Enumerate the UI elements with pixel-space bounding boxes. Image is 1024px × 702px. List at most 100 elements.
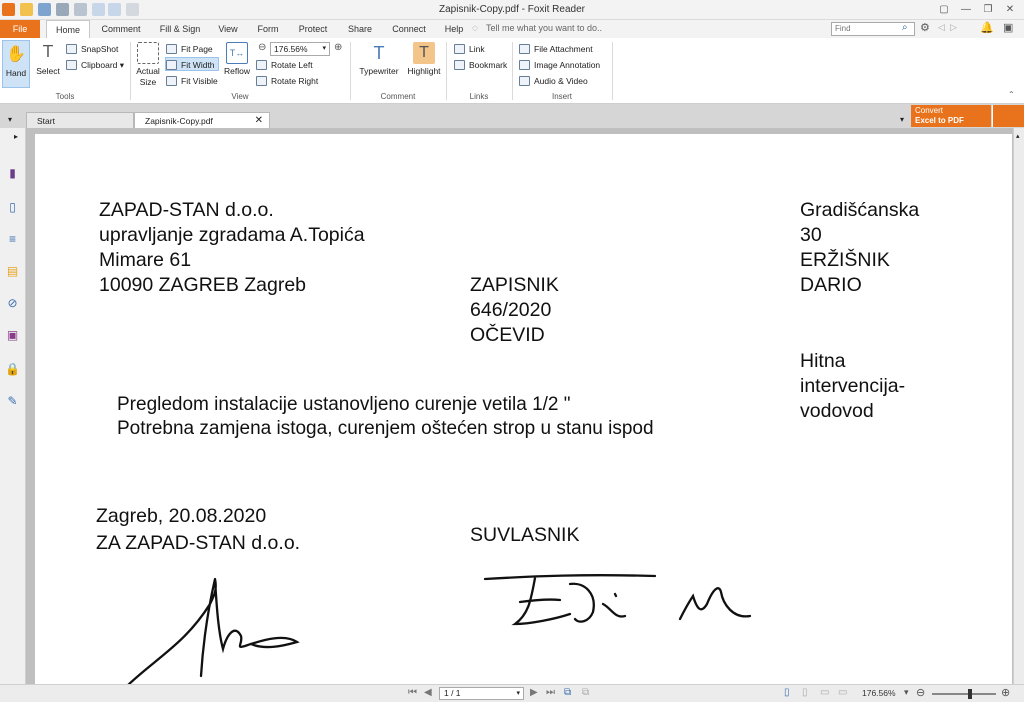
prev-result-icon[interactable]: ◁ <box>938 22 945 33</box>
bookmark-icon <box>454 60 465 70</box>
doc-number: 646/2020 <box>470 299 552 321</box>
snapshot-button[interactable]: SnapShot <box>66 42 118 56</box>
tab-comment[interactable]: Comment <box>94 20 148 38</box>
tab-file[interactable]: File <box>0 20 40 38</box>
first-page-icon[interactable]: ⏮ <box>408 687 417 698</box>
bookmarks-panel-icon[interactable]: ▮ <box>5 166 20 181</box>
tab-home[interactable]: Home <box>46 20 90 38</box>
page-number-input[interactable]: 1 / 1 ▾ <box>439 687 524 700</box>
gear-icon[interactable]: ⚙ <box>920 21 930 34</box>
single-page-icon[interactable]: ▯ <box>784 687 790 698</box>
document-viewport[interactable]: ZAPAD-STAN d.o.o. upravljanje zgradama A… <box>26 128 1013 684</box>
rotate-left-button[interactable]: Rotate Left <box>256 58 313 72</box>
bookmark-button[interactable]: Bookmark <box>454 58 507 72</box>
tab-help[interactable]: Help <box>436 20 472 38</box>
hand-button[interactable]: ✋ Hand <box>2 40 30 88</box>
camera-icon <box>66 44 77 54</box>
actual-size-button[interactable]: Actual Size <box>134 42 162 88</box>
tab-form[interactable]: Form <box>250 20 286 38</box>
notification-icon[interactable]: 🔔 <box>980 21 994 34</box>
previous-page-icon[interactable]: ◀ <box>424 687 432 698</box>
expand-panel-icon[interactable]: ▸ <box>14 132 18 141</box>
view-group-label: View <box>231 92 249 101</box>
actual-size-label: Actual Size <box>136 66 160 87</box>
reflow-button[interactable]: T↔ Reflow <box>222 42 252 76</box>
previous-view-icon[interactable]: ⧉ <box>564 687 571 698</box>
tab-view[interactable]: View <box>210 20 246 38</box>
tab-document[interactable]: Zapisnik-Copy.pdf ✕ <box>134 112 270 128</box>
file-attachment-button[interactable]: File Attachment <box>519 42 593 56</box>
search-icon[interactable]: ⌕ <box>902 22 908 33</box>
zoom-slider-handle[interactable] <box>968 689 972 699</box>
next-view-icon[interactable]: ⧉ <box>582 687 589 698</box>
continuous-facing-icon[interactable]: ▭ <box>838 687 847 698</box>
window-title: Zapisnik-Copy.pdf - Foxit Reader <box>439 4 585 15</box>
pages-panel-icon[interactable]: ▯ <box>5 200 20 215</box>
next-page-icon[interactable]: ▶ <box>530 687 538 698</box>
typewriter-button[interactable]: T Typewriter <box>356 42 402 76</box>
tab-menu-icon[interactable]: ▾ <box>900 115 904 124</box>
fit-visible-label: Fit Visible <box>181 76 218 86</box>
fit-visible-button[interactable]: Fit Visible <box>166 74 218 88</box>
facing-icon[interactable]: ▭ <box>820 687 829 698</box>
layers-panel-icon[interactable]: ≡ <box>5 232 20 247</box>
tell-me-search[interactable]: Tell me what you want to do.. <box>486 23 602 33</box>
doc-type: ZAPISNIK <box>470 274 559 296</box>
tab-share[interactable]: Share <box>340 20 380 38</box>
audio-video-button[interactable]: Audio & Video <box>519 74 588 88</box>
zoom-in-icon[interactable]: ⊕ <box>1001 686 1010 699</box>
continuous-icon[interactable]: ▯ <box>802 687 808 698</box>
navigation-panel: ▸ ▮ ▯ ≡ ▤ ⊘ ▣ 🔒 ✎ <box>0 128 26 684</box>
next-result-icon[interactable]: ▷ <box>950 22 957 33</box>
fit-page-button[interactable]: Fit Page <box>166 42 213 56</box>
tab-start[interactable]: Start <box>26 112 134 128</box>
company-signature <box>127 577 300 684</box>
body-line-2: Potrebna zamjena istoga, curenjem ošteće… <box>117 418 654 439</box>
security-panel-icon[interactable]: 🔒 <box>5 362 20 377</box>
restore-ribbon-button[interactable]: ▢ <box>934 3 954 16</box>
tools-panel-icon[interactable]: ✎ <box>5 394 20 409</box>
highlight-button[interactable]: T Highlight <box>404 42 444 76</box>
tab-protect[interactable]: Protect <box>290 20 336 38</box>
close-button[interactable]: ✕ <box>1000 3 1020 16</box>
body-line-1: Pregledom instalacije ustanovljeno curen… <box>117 394 571 415</box>
close-tab-icon[interactable]: ✕ <box>255 113 263 129</box>
zoom-select[interactable]: 176.56% ▾ <box>270 42 330 56</box>
recipient-surname: ERŽIŠNIK <box>800 249 890 271</box>
fit-page-label: Fit Page <box>181 44 213 54</box>
maximize-button[interactable]: ❐ <box>978 3 998 16</box>
tab-connect[interactable]: Connect <box>386 20 432 38</box>
collapse-ribbon-icon[interactable]: ⌃ <box>1008 90 1015 99</box>
vertical-scrollbar[interactable]: ▴ <box>1013 128 1024 684</box>
minimize-button[interactable]: — <box>956 3 976 16</box>
attachments-panel-icon[interactable]: ⊘ <box>5 296 20 311</box>
last-page-icon[interactable]: ⏭ <box>546 687 555 698</box>
signatures-panel-icon[interactable]: ▣ <box>5 328 20 343</box>
chevron-down-icon: ▾ <box>322 45 326 52</box>
zoom-out-icon[interactable]: ⊖ <box>258 42 266 53</box>
zoom-in-icon[interactable]: ⊕ <box>334 42 342 53</box>
comments-panel-icon[interactable]: ▤ <box>5 264 20 279</box>
zoom-out-icon[interactable]: ⊖ <box>916 686 925 699</box>
tab-fill-sign[interactable]: Fill & Sign <box>152 20 208 38</box>
scroll-up-icon[interactable]: ▴ <box>1016 132 1023 140</box>
user-icon[interactable]: ▣ <box>1003 21 1013 34</box>
link-button[interactable]: Link <box>454 42 485 56</box>
convert-excel-to-pdf-button[interactable]: Convert Excel to PDF <box>911 105 991 127</box>
select-button[interactable]: Ｔ Select <box>34 42 62 90</box>
zoom-menu-icon[interactable]: ▾ <box>904 687 909 698</box>
chevron-down-icon: ▾ <box>516 690 520 697</box>
company-address: Mimare 61 <box>99 249 192 271</box>
clipboard-button[interactable]: Clipboard ▾ <box>66 58 124 72</box>
rotate-right-button[interactable]: Rotate Right <box>256 74 318 88</box>
highlight-icon: T <box>413 42 435 64</box>
convert-share-icon[interactable] <box>992 105 1024 127</box>
image-annotation-button[interactable]: Image Annotation <box>519 58 600 72</box>
fit-width-button[interactable]: Fit Width <box>165 57 219 71</box>
zoom-slider[interactable] <box>932 693 996 695</box>
company-city: 10090 ZAGREB Zagreb <box>99 274 307 296</box>
tab-list-icon[interactable]: ▾ <box>8 115 12 124</box>
document-tab-bar: ▾ Start Zapisnik-Copy.pdf ✕ ▾ <box>0 104 1024 128</box>
bookmark-label: Bookmark <box>469 60 508 70</box>
fit-visible-icon <box>166 76 177 86</box>
